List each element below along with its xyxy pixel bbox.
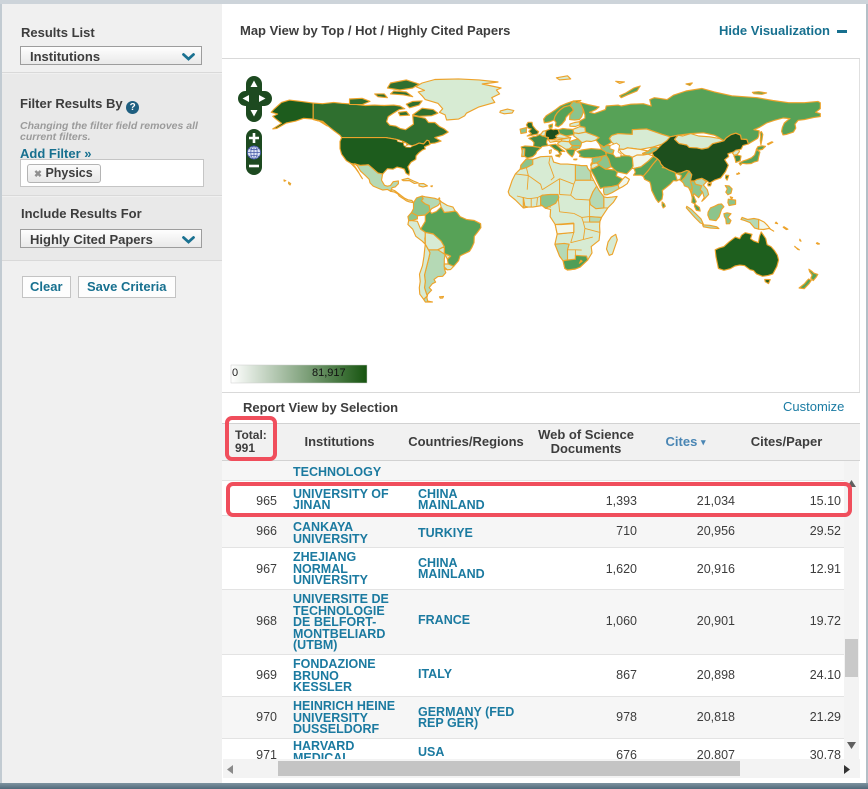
svg-text:0: 0 bbox=[232, 367, 238, 379]
svg-text:81,917: 81,917 bbox=[312, 367, 346, 379]
